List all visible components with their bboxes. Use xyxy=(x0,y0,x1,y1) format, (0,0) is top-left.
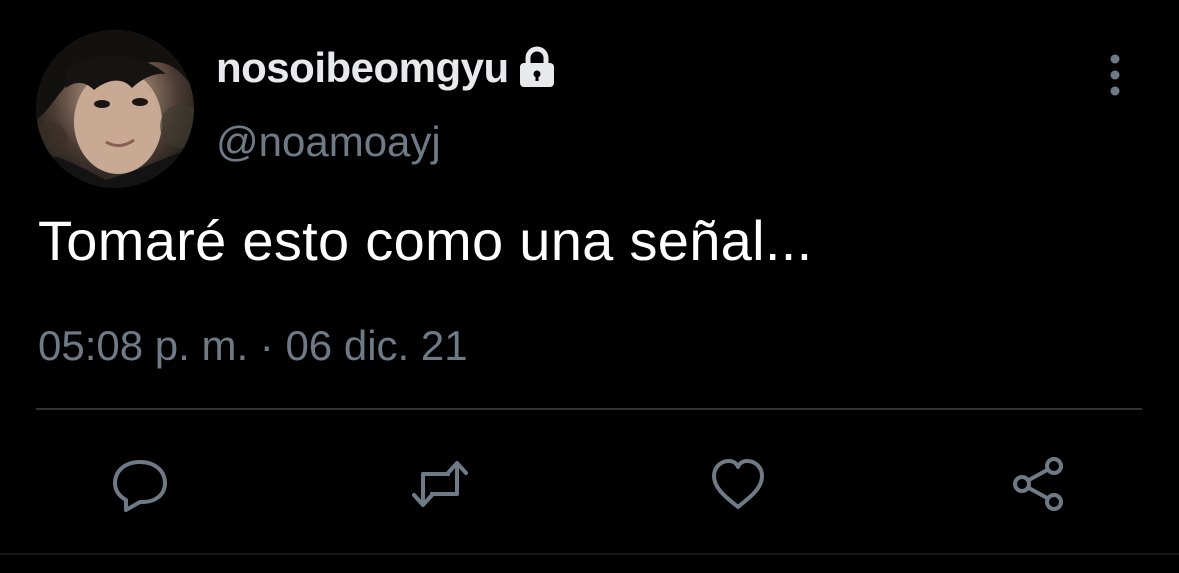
reply-button[interactable] xyxy=(108,452,172,516)
share-icon xyxy=(1013,457,1063,511)
lock-icon xyxy=(517,46,557,90)
user-handle[interactable]: @noamoayj xyxy=(216,118,441,166)
display-name-row: nosoibeomgyu xyxy=(216,38,557,98)
heart-icon xyxy=(712,459,764,509)
more-vertical-icon[interactable] xyxy=(1096,52,1134,98)
divider xyxy=(36,408,1142,410)
retweet-button[interactable] xyxy=(408,452,472,516)
avatar[interactable] xyxy=(36,30,194,188)
display-name[interactable]: nosoibeomgyu xyxy=(216,44,509,92)
avatar-image xyxy=(36,30,194,188)
like-button[interactable] xyxy=(706,452,770,516)
tweet-text: Tomaré esto como una señal... xyxy=(38,209,813,272)
tweet-card: nosoibeomgyu @noamoayj Tomaré esto como … xyxy=(0,0,1179,573)
tweet-timestamp[interactable]: 05:08 p. m. · 06 dic. 21 xyxy=(38,322,468,370)
share-button[interactable] xyxy=(1006,452,1070,516)
bottom-divider xyxy=(0,553,1179,555)
reply-icon xyxy=(113,460,167,512)
retweet-icon xyxy=(412,461,468,507)
